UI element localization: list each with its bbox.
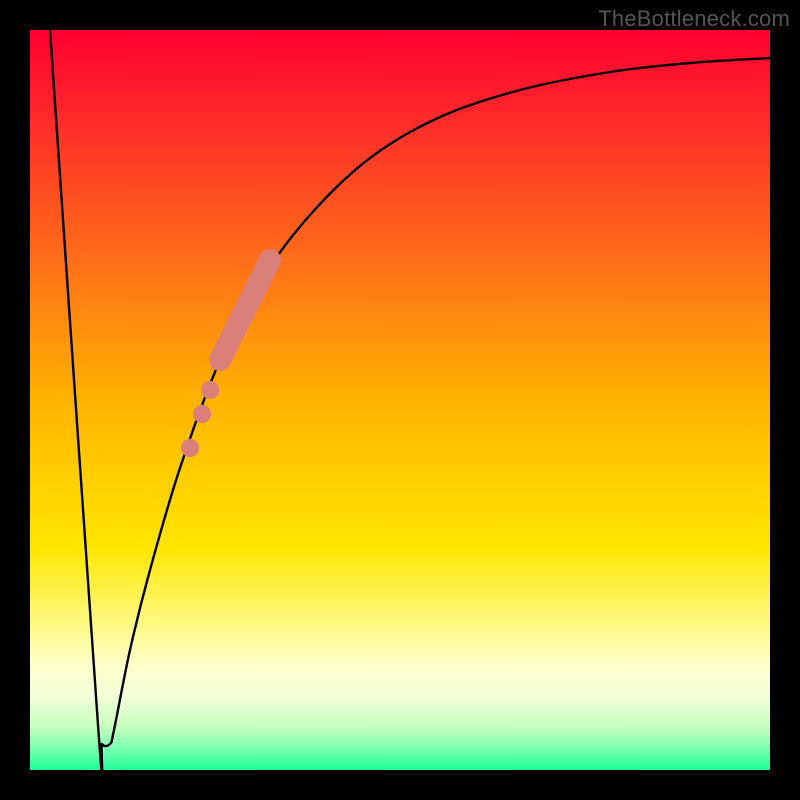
highlight-dot	[201, 381, 219, 399]
highlight-dot	[181, 439, 199, 457]
watermark-text: TheBottleneck.com	[598, 6, 790, 32]
gradient-background	[30, 30, 770, 770]
chart-frame: TheBottleneck.com	[0, 0, 800, 800]
plot-area	[30, 30, 770, 770]
plot-svg	[30, 30, 770, 770]
highlight-dot	[193, 405, 211, 423]
